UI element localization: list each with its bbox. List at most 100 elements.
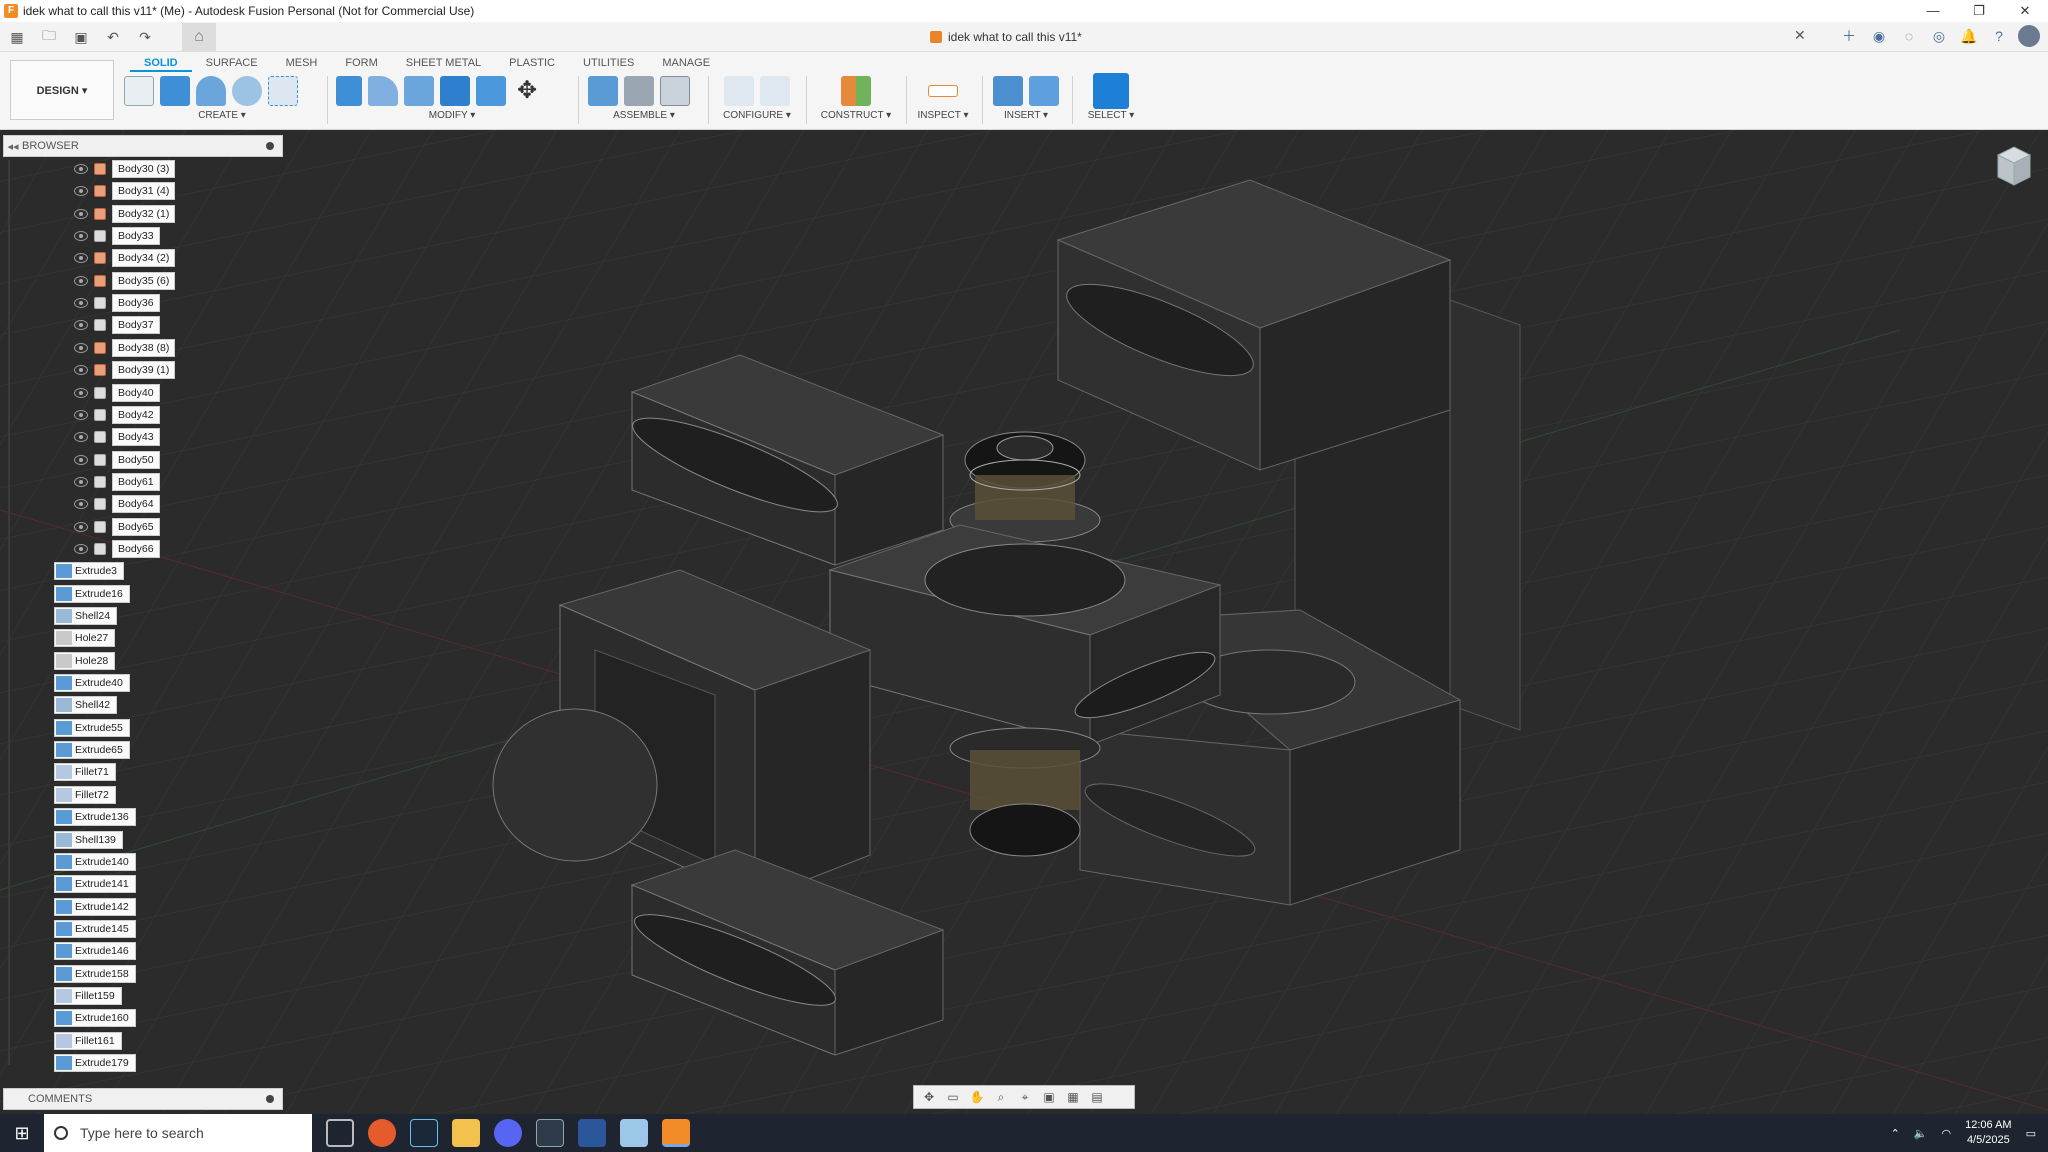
visibility-eye-icon[interactable] bbox=[74, 409, 88, 420]
visibility-eye-icon[interactable] bbox=[74, 454, 88, 465]
browser-feature-row[interactable]: Extrude40 bbox=[54, 674, 130, 693]
show-hidden-icons-icon[interactable]: ⌃ bbox=[1891, 1127, 1900, 1140]
select-icon[interactable] bbox=[1093, 73, 1129, 109]
extensions-icon[interactable]: ◉ bbox=[1868, 25, 1890, 47]
browser-feature-row[interactable]: Extrude158 bbox=[54, 964, 136, 983]
file-menu-icon[interactable]: 🗀 bbox=[38, 26, 60, 48]
firefox-icon[interactable] bbox=[368, 1119, 396, 1147]
visibility-eye-icon[interactable] bbox=[74, 365, 88, 376]
browser-body-row[interactable]: Body37 bbox=[74, 316, 160, 335]
tab-plastic[interactable]: PLASTIC bbox=[495, 54, 569, 72]
job-status-icon[interactable]: ◌ bbox=[1898, 25, 1920, 47]
browser-body-row[interactable]: Body50 bbox=[74, 450, 160, 469]
tab-surface[interactable]: SURFACE bbox=[192, 54, 272, 72]
measure-icon[interactable] bbox=[928, 85, 958, 97]
browser-feature-row[interactable]: Fillet161 bbox=[54, 1031, 122, 1050]
combine-icon[interactable] bbox=[476, 76, 506, 106]
discord-icon[interactable] bbox=[494, 1119, 522, 1147]
browser-feature-row[interactable]: Hole27 bbox=[54, 629, 116, 648]
visibility-eye-icon[interactable] bbox=[74, 298, 88, 309]
create-sketch-icon[interactable] bbox=[124, 76, 154, 106]
taskbar-search[interactable]: Type here to search bbox=[44, 1114, 312, 1152]
offset-plane-icon[interactable] bbox=[841, 76, 871, 106]
browser-body-row[interactable]: Body36 bbox=[74, 294, 160, 313]
browser-body-row[interactable]: Body61 bbox=[74, 472, 160, 491]
save-icon[interactable]: ▣ bbox=[70, 26, 92, 48]
bill-of-materials-icon[interactable] bbox=[660, 76, 690, 106]
collapse-icon[interactable]: ◂◂ bbox=[4, 140, 22, 153]
grid-settings-icon[interactable]: ▦ bbox=[1064, 1090, 1082, 1104]
browser-feature-row[interactable]: Fillet159 bbox=[54, 986, 122, 1005]
pan-icon[interactable]: ✋ bbox=[968, 1090, 986, 1104]
tab-utilities[interactable]: UTILITIES bbox=[569, 54, 648, 72]
fillet-icon[interactable] bbox=[368, 76, 398, 106]
insert-derive-icon[interactable] bbox=[993, 76, 1023, 106]
tab-sheet-metal[interactable]: SHEET METAL bbox=[392, 54, 495, 72]
visibility-eye-icon[interactable] bbox=[74, 387, 88, 398]
extrude-icon[interactable] bbox=[160, 76, 190, 106]
undo-icon[interactable]: ↶ bbox=[102, 26, 124, 48]
browser-feature-row[interactable]: Shell42 bbox=[54, 696, 118, 715]
user-avatar[interactable] bbox=[2018, 25, 2040, 47]
browser-feature-row[interactable]: Shell24 bbox=[54, 607, 118, 625]
apps-grid-icon[interactable]: ▦ bbox=[6, 26, 28, 48]
word-icon[interactable] bbox=[578, 1119, 606, 1147]
fusion-taskbar-icon[interactable] bbox=[662, 1119, 690, 1147]
visibility-eye-icon[interactable] bbox=[74, 186, 88, 197]
browser-feature-row[interactable]: Extrude55 bbox=[54, 718, 130, 737]
viewports-icon[interactable]: ▤ bbox=[1088, 1090, 1106, 1104]
tab-form[interactable]: FORM bbox=[331, 54, 391, 72]
tab-mesh[interactable]: MESH bbox=[272, 54, 332, 72]
insert-menu[interactable]: INSERT ▾ bbox=[988, 110, 1064, 121]
visibility-eye-icon[interactable] bbox=[74, 275, 88, 286]
inspect-menu[interactable]: INSPECT ▾ bbox=[912, 110, 974, 121]
steam-icon[interactable] bbox=[410, 1119, 438, 1147]
orbit-icon[interactable]: ✥ bbox=[920, 1090, 938, 1104]
browser-body-row[interactable]: Body65 bbox=[74, 517, 160, 536]
paint-icon[interactable] bbox=[620, 1119, 648, 1147]
construct-menu[interactable]: CONSTRUCT ▾ bbox=[814, 110, 898, 121]
task-view-icon[interactable] bbox=[326, 1119, 354, 1147]
close-button[interactable]: ✕ bbox=[2002, 0, 2048, 22]
visibility-eye-icon[interactable] bbox=[74, 499, 88, 510]
visibility-eye-icon[interactable] bbox=[74, 253, 88, 264]
look-at-icon[interactable]: ▭ bbox=[944, 1090, 962, 1104]
calculator-icon[interactable] bbox=[536, 1119, 564, 1147]
browser-body-row[interactable]: Body35 (6) bbox=[74, 271, 176, 290]
browser-body-row[interactable]: Body66 bbox=[74, 539, 160, 558]
minimize-button[interactable]: — bbox=[1910, 0, 1956, 22]
press-pull-icon[interactable] bbox=[336, 76, 362, 106]
3d-viewport[interactable] bbox=[0, 130, 2048, 1114]
visibility-eye-icon[interactable] bbox=[74, 543, 88, 554]
document-tab[interactable]: idek what to call this v11* bbox=[930, 22, 1082, 52]
workspace-switcher[interactable]: DESIGN ▾ bbox=[10, 60, 114, 120]
move-icon[interactable]: ✥ bbox=[512, 76, 542, 106]
zoom-icon[interactable]: ⌕ bbox=[992, 1090, 1010, 1104]
browser-panel-header[interactable]: ◂◂ BROWSER bbox=[3, 135, 283, 157]
visibility-eye-icon[interactable] bbox=[74, 164, 88, 174]
visibility-eye-icon[interactable] bbox=[74, 320, 88, 331]
pattern-icon[interactable] bbox=[268, 76, 298, 106]
browser-feature-row[interactable]: Extrude136 bbox=[54, 808, 136, 827]
browser-feature-row[interactable]: Fillet71 bbox=[54, 763, 116, 782]
browser-body-row[interactable]: Body42 bbox=[74, 405, 160, 424]
browser-feature-row[interactable]: Extrude3 bbox=[54, 562, 125, 581]
fit-icon[interactable]: ⌖ bbox=[1016, 1090, 1034, 1104]
joint-icon[interactable] bbox=[624, 76, 654, 106]
browser-body-row[interactable]: Body40 bbox=[74, 383, 160, 402]
browser-feature-row[interactable]: Extrude145 bbox=[54, 919, 136, 938]
browser-body-row[interactable]: Body33 bbox=[74, 227, 160, 246]
browser-body-row[interactable]: Body39 (1) bbox=[74, 361, 176, 380]
visibility-eye-icon[interactable] bbox=[74, 208, 88, 219]
browser-feature-row[interactable]: Extrude141 bbox=[54, 875, 136, 894]
assemble-menu[interactable]: ASSEMBLE ▾ bbox=[588, 110, 700, 121]
select-menu[interactable]: SELECT ▾ bbox=[1078, 110, 1144, 121]
comments-panel-header[interactable]: COMMENTS bbox=[3, 1088, 283, 1110]
volume-icon[interactable]: 🔈 bbox=[1914, 1127, 1928, 1140]
browser-feature-row[interactable]: Extrude179 bbox=[54, 1054, 136, 1072]
online-status-icon[interactable]: ◎ bbox=[1928, 25, 1950, 47]
close-document-icon[interactable]: ✕ bbox=[1794, 27, 1806, 44]
visibility-eye-icon[interactable] bbox=[74, 476, 88, 487]
redo-icon[interactable]: ↷ bbox=[134, 26, 156, 48]
shell-icon[interactable] bbox=[440, 76, 470, 106]
